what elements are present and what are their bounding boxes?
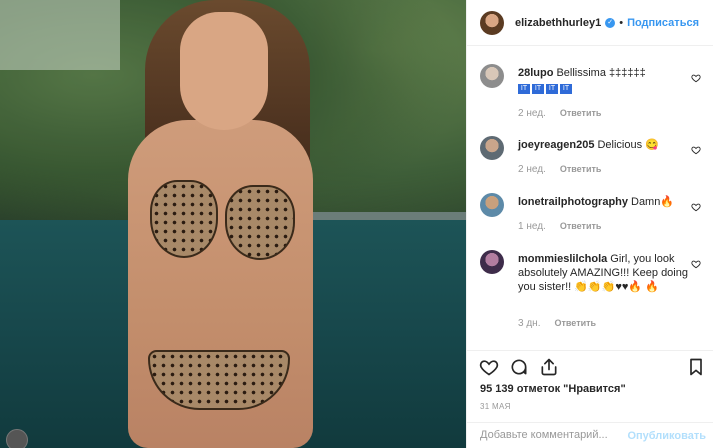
comment-like-heart-icon[interactable] (691, 73, 701, 83)
comment-meta: 2 нед. Ответить (518, 108, 601, 119)
comment-age: 2 нед. (518, 164, 546, 175)
sky-patch (0, 0, 120, 70)
comment-body: lonetrailphotography Damn🔥 (518, 195, 693, 209)
action-bar (467, 350, 713, 380)
reply-button[interactable]: Ответить (560, 221, 602, 231)
comment-like-heart-icon[interactable] (691, 259, 701, 269)
reply-button[interactable]: Ответить (560, 108, 602, 118)
post-date: 31 МАЯ (480, 402, 511, 411)
comment-age: 1 нед. (518, 221, 546, 232)
bikini-top-left (150, 180, 218, 258)
commenter-avatar[interactable] (480, 64, 504, 88)
share-icon[interactable] (539, 357, 559, 377)
flag-icon: IT (518, 84, 530, 94)
comment-meta: 3 дн. Ответить (518, 318, 596, 329)
comment-text: Damn🔥 (631, 196, 675, 208)
comment-like-heart-icon[interactable] (691, 202, 701, 212)
comment-body: 28lupo Bellissima ‡‡‡‡‡‡ IT IT IT IT (518, 66, 693, 94)
separator-dot: • (619, 16, 624, 29)
author-username[interactable]: elizabethhurley1 (515, 17, 601, 29)
post-photo[interactable] (0, 0, 466, 448)
comments-list: 28lupo Bellissima ‡‡‡‡‡‡ IT IT IT IT 2 нед. О… (467, 52, 713, 350)
comment-text: Delicious 😋 (597, 139, 659, 151)
comment-username[interactable]: 28lupo (518, 67, 553, 79)
reply-button[interactable]: Ответить (560, 164, 602, 174)
comment-age: 2 нед. (518, 108, 546, 119)
comment-username[interactable]: joeyreagen205 (518, 139, 594, 151)
comment-meta: 2 нед. Ответить (518, 164, 601, 175)
add-comment-bar: Опубликовать (467, 422, 713, 448)
flag-icon: IT (546, 84, 558, 94)
likes-count[interactable]: 95 139 отметок "Нравится" (480, 383, 626, 395)
flag-icon: IT (560, 84, 572, 94)
follow-button[interactable]: Подписаться (627, 17, 699, 29)
comment-item: 28lupo Bellissima ‡‡‡‡‡‡ IT IT IT IT 2 нед. О… (480, 52, 705, 127)
comment-item: joeyreagen205 Delicious 😋 2 нед. Ответить (480, 124, 705, 182)
comment-age: 3 дн. (518, 318, 541, 329)
tagged-user-icon[interactable] (6, 429, 28, 448)
publish-button[interactable]: Опубликовать (627, 430, 706, 442)
comment-body: mommieslilchola Girl, you look absolutely… (518, 252, 693, 294)
comment-body: joeyreagen205 Delicious 😋 (518, 138, 693, 152)
comment-username[interactable]: lonetrailphotography (518, 196, 628, 208)
verified-badge-icon: ✓ (605, 17, 616, 28)
bookmark-icon[interactable] (686, 357, 706, 377)
reply-button[interactable]: Ответить (554, 318, 596, 328)
comment-like-heart-icon[interactable] (691, 145, 701, 155)
comment-input[interactable] (480, 429, 630, 441)
heart-icon[interactable] (479, 357, 499, 377)
commenter-avatar[interactable] (480, 250, 504, 274)
bikini-top-right (225, 185, 295, 260)
comment-text: Bellissima ‡‡‡‡‡‡ (556, 67, 646, 79)
post-header: elizabethhurley1 ✓ • Подписаться (467, 0, 713, 46)
person-face (180, 12, 268, 130)
commenter-avatar[interactable] (480, 136, 504, 160)
comment-meta: 1 нед. Ответить (518, 221, 601, 232)
flag-icon: IT (532, 84, 544, 94)
comment-username[interactable]: mommieslilchola (518, 253, 607, 265)
comment-item: mommieslilchola Girl, you look absolutely… (480, 238, 705, 338)
author-avatar[interactable] (480, 10, 504, 35)
comment-item: lonetrailphotography Damn🔥 1 нед. Ответить (480, 181, 705, 239)
comment-icon[interactable] (509, 357, 529, 377)
commenter-avatar[interactable] (480, 193, 504, 217)
post-side-panel: elizabethhurley1 ✓ • Подписаться 28lupo B… (466, 0, 713, 448)
